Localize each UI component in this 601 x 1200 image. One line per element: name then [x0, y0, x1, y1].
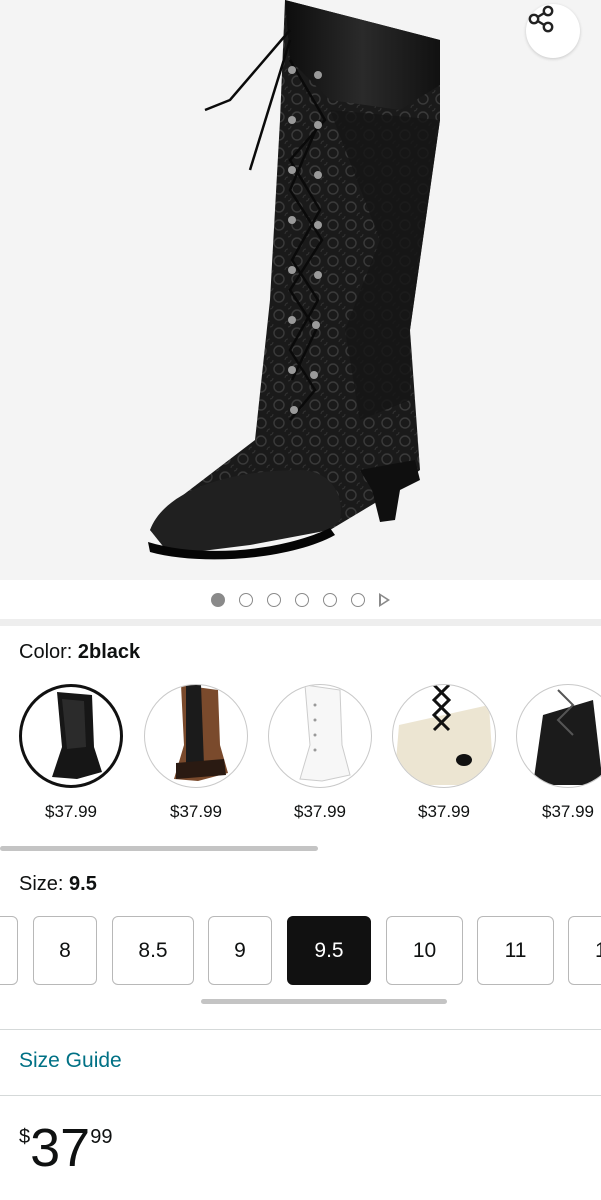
- swatch-price: $37.99: [45, 802, 97, 821]
- divider: [0, 1095, 601, 1096]
- carousel-dot[interactable]: [295, 593, 309, 607]
- carousel-dot[interactable]: [211, 593, 225, 607]
- product-image[interactable]: [0, 0, 601, 580]
- swatch-thumbnail: [392, 684, 496, 788]
- size-option-partial[interactable]: 1: [568, 916, 601, 985]
- size-option-label: 9: [234, 938, 246, 962]
- swatch-thumbnail: [19, 684, 123, 788]
- swatch-price: $37.99: [418, 802, 470, 821]
- price-fraction: 99: [90, 1126, 113, 1148]
- section-divider: [0, 619, 601, 626]
- carousel-dot[interactable]: [351, 593, 365, 607]
- swatch-thumbnail: [144, 684, 248, 788]
- size-option[interactable]: [0, 916, 18, 985]
- size-option-11[interactable]: 11: [477, 916, 554, 985]
- color-swatch-white[interactable]: $37.99: [268, 684, 372, 822]
- size-option-label: 1: [595, 938, 601, 962]
- size-option-label: 10: [412, 938, 437, 962]
- size-option-9[interactable]: 9: [208, 916, 272, 985]
- color-swatch-black[interactable]: $37.99: [516, 684, 601, 822]
- swatch-thumbnail: [516, 684, 601, 788]
- divider: [0, 1029, 601, 1030]
- price-currency: $: [19, 1126, 31, 1148]
- color-scroll-indicator: [0, 846, 318, 851]
- size-option-8-5[interactable]: 8.5: [112, 916, 194, 985]
- color-swatch-brown[interactable]: $37.99: [144, 684, 248, 822]
- size-option-label: 9.5: [314, 938, 344, 962]
- price-whole: 37: [30, 1118, 91, 1178]
- carousel-dot[interactable]: [239, 593, 253, 607]
- size-selected-value: 9.5: [69, 873, 97, 895]
- size-option-label: 8: [59, 938, 71, 962]
- color-selected-value: 2black: [77, 641, 141, 663]
- color-swatch-2black[interactable]: $37.99: [19, 684, 123, 822]
- size-option-label: 8.5: [138, 938, 168, 962]
- image-carousel-indicator: [0, 590, 601, 610]
- color-swatch-list: $37.99 $37.99 $37.99 $37.99 $37.99: [0, 684, 601, 834]
- carousel-dot[interactable]: [267, 593, 281, 607]
- size-option-8[interactable]: 8: [33, 916, 97, 985]
- color-label: Color: 2black: [19, 641, 140, 664]
- size-label-text: Size:: [19, 873, 70, 895]
- color-swatch-beige[interactable]: $37.99: [392, 684, 496, 822]
- carousel-dot[interactable]: [323, 593, 337, 607]
- share-icon: [528, 5, 554, 33]
- share-button[interactable]: [526, 4, 580, 58]
- video-play-icon[interactable]: [379, 593, 390, 607]
- swatch-thumbnail: [268, 684, 372, 788]
- swatch-price: $37.99: [542, 802, 594, 821]
- size-option-list: 8 8.5 9 9.5 10 11 1: [0, 916, 601, 988]
- size-scroll-indicator: [201, 999, 447, 1004]
- size-option-10[interactable]: 10: [386, 916, 463, 985]
- product-price: $ 37 99: [19, 1120, 112, 1176]
- boot-illustration: [148, 0, 440, 560]
- swatch-price: $37.99: [170, 802, 222, 821]
- size-label: Size: 9.5: [19, 873, 97, 896]
- swatch-price: $37.99: [294, 802, 346, 821]
- size-option-9-5[interactable]: 9.5: [287, 916, 371, 985]
- size-option-label: 11: [504, 938, 527, 962]
- size-guide-link[interactable]: Size Guide: [19, 1049, 122, 1073]
- color-label-text: Color:: [19, 641, 78, 663]
